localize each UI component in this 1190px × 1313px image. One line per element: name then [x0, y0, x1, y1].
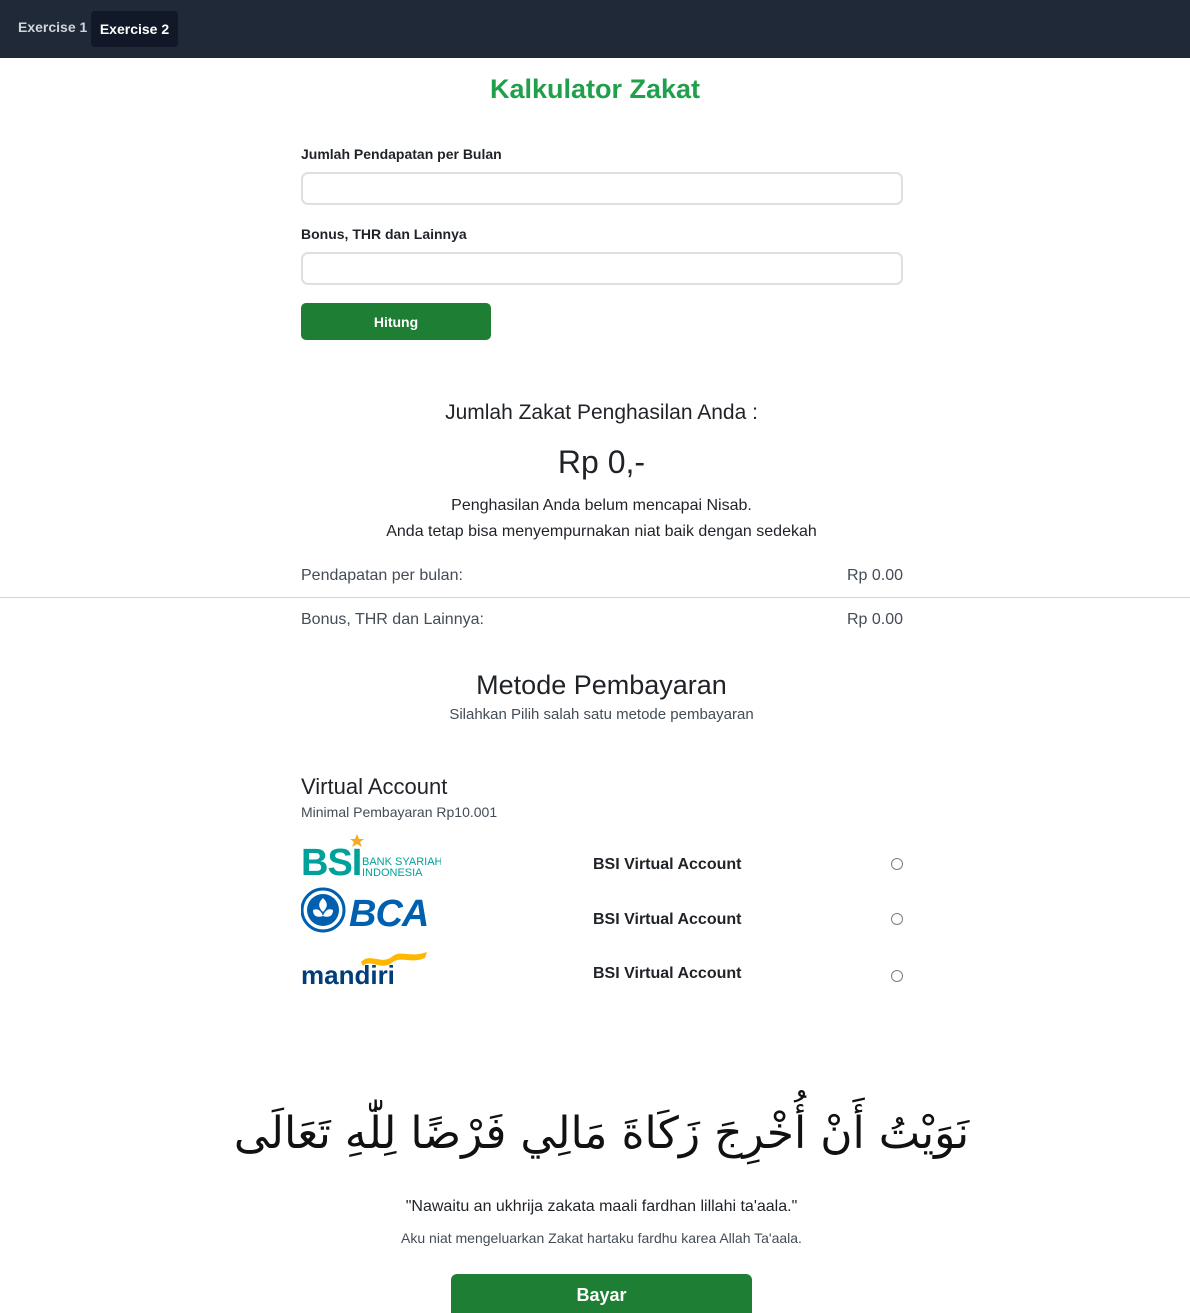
top-navbar: Exercise 1 Exercise 2 — [0, 0, 1190, 58]
bca-radio[interactable] — [891, 913, 903, 925]
bsi-logo: BSI BANK SYARIAH INDONESIA — [301, 834, 441, 880]
sedekah-message: Anda tetap bisa menyempurnakan niat baik… — [386, 523, 817, 540]
payment-method-subtitle: Silahkan Pilih salah satu metode pembaya… — [449, 706, 754, 723]
bank-option-label: BSI Virtual Account — [593, 965, 742, 982]
tab-exercise-1[interactable]: Exercise 1 — [18, 19, 87, 35]
income-input[interactable] — [301, 172, 903, 205]
mandiri-radio[interactable] — [891, 970, 903, 982]
nisab-message: Penghasilan Anda belum mencapai Nisab. — [451, 497, 752, 514]
tab-exercise-2[interactable]: Exercise 2 — [91, 11, 178, 47]
virtual-account-minimum: Minimal Pembayaran Rp10.001 — [301, 804, 498, 820]
bca-logo: BCA — [301, 887, 429, 934]
income-summary-label: Pendapatan per bulan: — [301, 567, 463, 584]
pay-button[interactable]: Bayar — [451, 1274, 752, 1313]
payment-method-title: Metode Pembayaran — [476, 670, 727, 700]
income-label: Jumlah Pendapatan per Bulan — [301, 146, 502, 162]
mandiri-logo: mandiri — [301, 952, 427, 990]
divider — [0, 597, 1190, 598]
bank-option-label: BSI Virtual Account — [593, 856, 742, 873]
niat-arabic: نَوَيْتُ أَنْ أُخْرِجَ زَكَاةَ مَالِي فَ… — [233, 1108, 970, 1159]
bonus-input[interactable] — [301, 252, 903, 285]
bonus-label: Bonus, THR dan Lainnya — [301, 226, 467, 242]
calculate-button[interactable]: Hitung — [301, 303, 491, 340]
income-summary-value: Rp 0.00 — [846, 567, 903, 584]
svg-text:BCA: BCA — [349, 893, 428, 934]
bonus-summary-label: Bonus, THR dan Lainnya: — [301, 611, 484, 628]
bank-option-label: BSI Virtual Account — [593, 911, 742, 928]
svg-text:INDONESIA: INDONESIA — [362, 867, 423, 879]
zakat-amount: Rp 0,- — [557, 444, 646, 480]
page-title: Kalkulator Zakat — [489, 74, 701, 104]
result-heading: Jumlah Zakat Penghasilan Anda : — [445, 401, 758, 424]
niat-translation: Aku niat mengeluarkan Zakat hartaku fard… — [401, 1230, 802, 1246]
svg-text:BSI: BSI — [301, 842, 361, 880]
bonus-summary-value: Rp 0.00 — [846, 611, 903, 628]
bsi-radio[interactable] — [891, 858, 903, 870]
niat-latin: "Nawaitu an ukhrija zakata maali fardhan… — [405, 1198, 798, 1215]
virtual-account-title: Virtual Account — [301, 774, 448, 799]
svg-text:mandiri: mandiri — [301, 960, 395, 990]
